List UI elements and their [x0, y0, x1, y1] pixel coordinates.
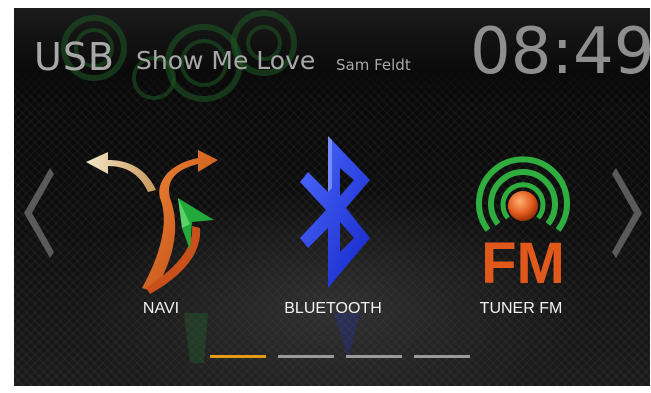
fm-radio-icon: FM — [476, 156, 570, 296]
chevron-left-icon[interactable] — [20, 168, 54, 258]
svg-text:FM: FM — [481, 231, 565, 296]
page-dot-3[interactable] — [346, 355, 402, 358]
app-tile-tuner-fm[interactable]: FM TUNER FM — [446, 128, 596, 328]
track-title: Show Me Love — [136, 46, 316, 75]
bluetooth-icon — [300, 136, 370, 288]
navi-reflection — [184, 313, 208, 363]
head-unit-screen: USB Show Me Love Sam Feldt 08:49 NAVI BL… — [14, 8, 650, 386]
page-dot-1[interactable] — [210, 355, 266, 358]
bluetooth-reflection — [334, 313, 360, 359]
artist-name: Sam Feldt — [336, 56, 411, 74]
navigation-arrows-icon — [86, 150, 218, 294]
page-dot-4[interactable] — [414, 355, 470, 358]
app-tile-bluetooth[interactable]: BLUETOOTH — [258, 128, 408, 328]
page-indicator — [210, 355, 480, 359]
clock: 08:49 — [470, 15, 650, 89]
app-tile-navi[interactable]: NAVI — [86, 128, 236, 328]
page-dot-2[interactable] — [278, 355, 334, 358]
app-label-tuner-fm: TUNER FM — [479, 300, 563, 317]
chevron-right-icon[interactable] — [612, 168, 646, 258]
media-source: USB — [34, 35, 116, 79]
